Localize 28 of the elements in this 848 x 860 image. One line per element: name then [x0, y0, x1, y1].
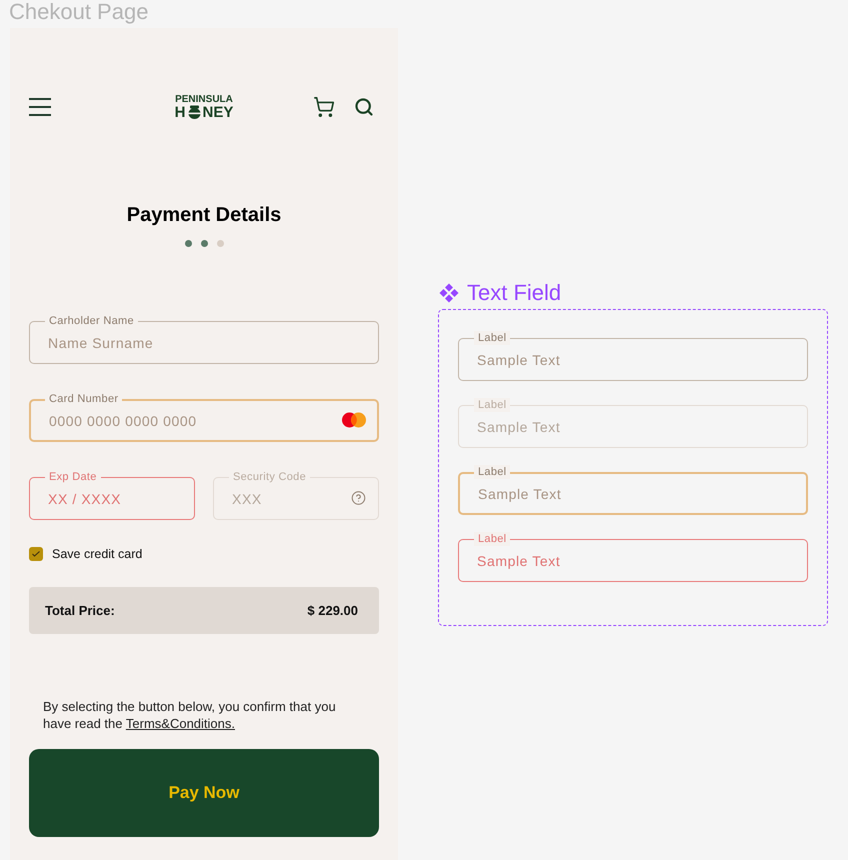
field-label: Label	[474, 465, 510, 479]
search-icon[interactable]	[354, 97, 374, 117]
check-icon	[32, 551, 40, 557]
save-card-checkbox[interactable]	[29, 547, 43, 561]
help-icon[interactable]	[351, 490, 366, 506]
logo-bottom-text: NEY	[202, 105, 234, 120]
menu-icon[interactable]	[29, 98, 51, 116]
field-label: Label	[474, 331, 510, 345]
cart-icon[interactable]	[313, 96, 335, 118]
frame-title: Chekout Page	[9, 0, 150, 24]
save-card-label: Save credit card	[52, 546, 142, 562]
logo-top-text: PENINSULA	[175, 94, 233, 105]
honey-pot-icon	[186, 105, 202, 120]
consent-text: By selecting the button below, you confirm that you have read the Terms&Conditions.	[42, 698, 337, 732]
field-label: Exp Date	[45, 470, 101, 484]
pay-now-button[interactable]: Pay Now	[29, 749, 379, 837]
terms-link[interactable]: Terms&Conditions.	[126, 716, 235, 731]
logo-bottom-text: H	[174, 105, 186, 120]
component-icon	[439, 283, 459, 303]
field-label: Label	[474, 398, 510, 412]
field-label: Security Code	[229, 470, 310, 484]
component-title: Text Field	[467, 280, 562, 306]
card-brand-icon	[342, 412, 366, 428]
page-title: Payment Details	[126, 203, 282, 228]
brand-logo[interactable]: PENINSULA H NEY	[174, 94, 234, 120]
field-label: Label	[474, 532, 510, 546]
total-amount: $ 229.00	[307, 602, 358, 620]
total-label: Total Price:	[45, 602, 115, 620]
